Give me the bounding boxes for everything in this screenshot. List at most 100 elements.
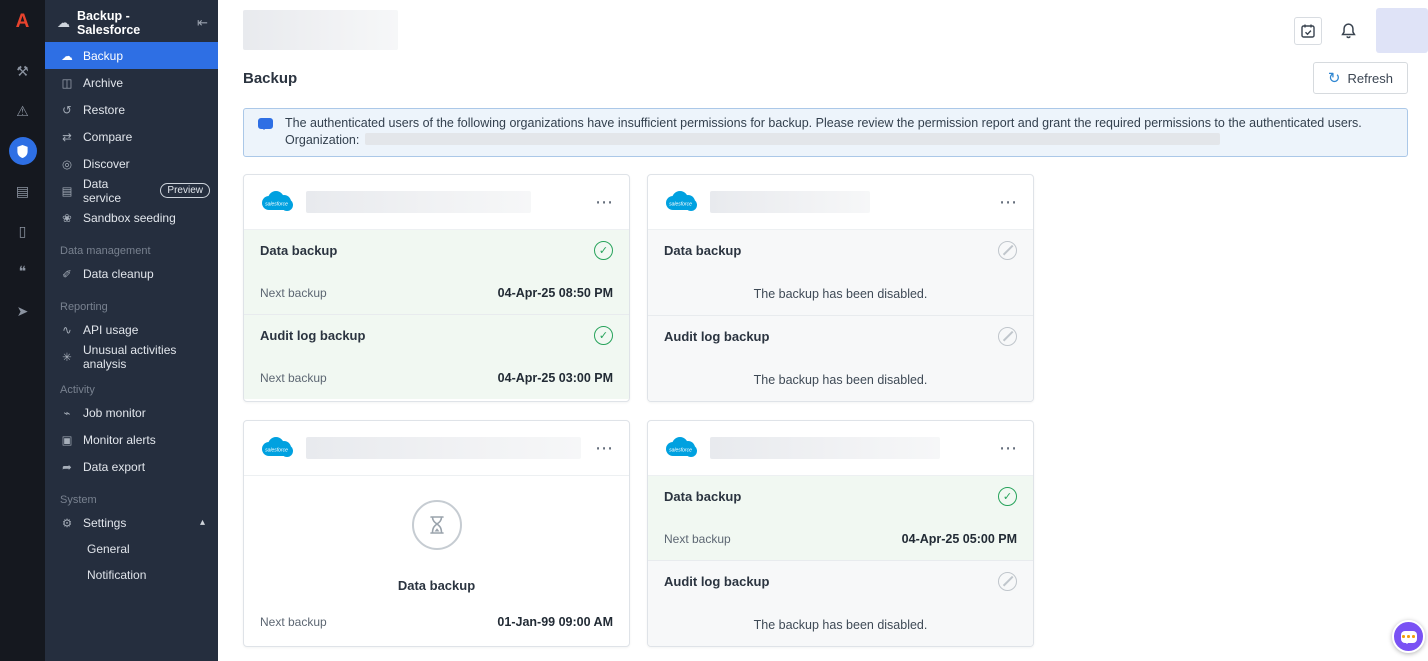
sidebar-item-settings[interactable]: ⚙ Settings ▴ [45,509,218,536]
salesforce-logo-icon: salesforce [662,435,698,460]
sidebar-item-restore[interactable]: ↺ Restore [45,96,218,123]
sidebar-item-job-monitor[interactable]: ⌁ Job monitor [45,399,218,426]
preview-badge: Preview [160,183,210,198]
unusual-activities-icon: ✳ [60,350,74,364]
sidebar-item-settings-general[interactable]: General [45,536,218,562]
card-menu-button[interactable]: ⋯ [997,193,1019,211]
section-title: Audit log backup [664,329,769,344]
sidebar-subitem-label: Notification [87,568,146,582]
cloud-icon: ☁ [60,49,74,63]
card-menu-button[interactable]: ⋯ [593,193,615,211]
sidebar-item-data-cleanup[interactable]: ✐ Data cleanup [45,260,218,287]
tools-icon[interactable]: ⚒ [9,57,37,85]
topbar [218,0,1428,60]
sidebar-collapse-button[interactable]: ⇤ [197,15,208,31]
org-selector-redacted [243,10,398,50]
org-name-redacted [710,191,870,213]
sidebar-item-settings-notification[interactable]: Notification [45,562,218,588]
org-name-redacted [710,437,940,459]
database-icon[interactable]: ▤ [9,177,37,205]
sidebar-item-label: Data service [83,177,149,205]
settings-gear-icon: ⚙ [60,516,74,530]
svg-text:salesforce: salesforce [265,202,288,208]
send-icon[interactable]: ➤ [9,297,37,325]
enabled-status-icon: ✓ [594,326,613,345]
next-backup-value: 04-Apr-25 08:50 PM [498,286,613,300]
salesforce-logo-icon: salesforce [258,189,294,214]
sidebar-item-label: Backup [83,49,123,63]
disabled-message: The backup has been disabled. [664,287,1017,301]
data-backup-section: Data backup ✓ Next backup 04-Apr-25 05:0… [648,476,1033,560]
card-menu-button[interactable]: ⋯ [997,439,1019,457]
section-title: Data backup [664,489,741,504]
user-avatar-redacted[interactable] [1376,8,1428,53]
salesforce-logo-icon: salesforce [662,189,698,214]
sidebar-item-backup[interactable]: ☁ Backup [45,42,218,69]
chat-icon[interactable]: ❝ [9,257,37,285]
sidebar-item-api-usage[interactable]: ∿ API usage [45,316,218,343]
device-icon[interactable]: ▯ [9,217,37,245]
section-title: Data backup [260,243,337,258]
shield-icon[interactable] [9,137,37,165]
data-cleanup-icon: ✐ [60,267,74,281]
card-header: salesforce ⋯ [648,175,1033,230]
next-backup-value: 04-Apr-25 03:00 PM [498,371,613,385]
hourglass-icon [412,500,462,550]
sidebar-item-archive[interactable]: ◫ Archive [45,69,218,96]
notifications-bell-button[interactable] [1335,17,1361,45]
org-backup-card: salesforce ⋯ Data backup ✓ Next backup 0… [243,174,630,402]
banner-message: The authenticated users of the following… [285,116,1362,130]
sidebar-item-label: Discover [83,157,130,171]
sidebar-item-unusual-activities[interactable]: ✳ Unusual activities analysis [45,343,218,370]
card-header: salesforce ⋯ [244,175,629,230]
message-bubble-icon [258,118,273,129]
org-name-redacted [306,437,581,459]
sidebar-item-label: Settings [83,516,126,530]
disabled-status-icon [998,572,1017,591]
section-title: Audit log backup [664,574,769,589]
warning-icon[interactable]: ⚠ [9,97,37,125]
section-title: Audit log backup [260,328,365,343]
card-menu-button[interactable]: ⋯ [593,439,615,457]
page-title: Backup [243,70,297,87]
next-backup-label: Next backup [260,286,327,300]
product-rail: A ⚒ ⚠ ▤ ▯ ❝ ➤ [0,0,45,661]
avepoint-logo: A [16,12,30,31]
sidebar-item-data-export[interactable]: ➦ Data export [45,453,218,480]
chat-bubble-icon [1401,631,1417,643]
disabled-message: The backup has been disabled. [664,618,1017,632]
page-header: Backup ↻ Refresh [218,60,1428,96]
sidebar-item-sandbox-seeding[interactable]: ❀ Sandbox seeding [45,204,218,231]
calendar-check-button[interactable] [1294,17,1322,45]
sidebar-group-system: System [60,494,218,506]
salesforce-logo-icon: salesforce [258,435,294,460]
sidebar-item-data-service[interactable]: ▤ Data service Preview [45,177,218,204]
org-backup-card: salesforce ⋯ Data backup Next backup 01-… [243,420,630,647]
sidebar-group-reporting: Reporting [60,301,218,313]
svg-text:salesforce: salesforce [265,448,288,454]
cloud-icon: ☁ [57,15,70,31]
topbar-actions [1294,8,1428,53]
archive-icon: ◫ [60,76,74,90]
sidebar-item-monitor-alerts[interactable]: ▣ Monitor alerts [45,426,218,453]
job-monitor-icon: ⌁ [60,406,74,420]
sidebar-item-label: Sandbox seeding [83,211,176,225]
sidebar-item-label: Data cleanup [83,267,154,281]
section-title: Data backup [398,578,475,593]
audit-log-backup-section: Audit log backup ✓ Next backup 04-Apr-25… [244,314,629,399]
svg-text:salesforce: salesforce [669,448,692,454]
sidebar-item-discover[interactable]: ◎ Discover [45,150,218,177]
disabled-status-icon [998,241,1017,260]
disabled-message: The backup has been disabled. [664,373,1017,387]
discover-icon: ◎ [60,157,74,171]
chat-widget-button[interactable] [1392,620,1425,653]
next-backup-label: Next backup [260,371,327,385]
refresh-button[interactable]: ↻ Refresh [1313,62,1408,94]
sidebar-group-activity: Activity [60,384,218,396]
sidebar-item-label: Monitor alerts [83,433,156,447]
sidebar-item-compare[interactable]: ⇄ Compare [45,123,218,150]
org-names-redacted [365,133,1220,145]
monitor-alerts-icon: ▣ [60,433,74,447]
org-backup-card: salesforce ⋯ Data backup The backup has … [647,174,1034,402]
sidebar-subitem-label: General [87,542,130,556]
